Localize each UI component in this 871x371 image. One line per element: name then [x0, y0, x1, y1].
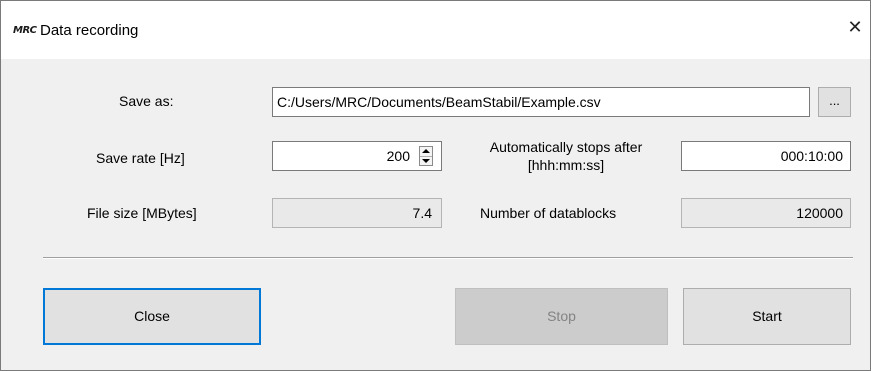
close-button[interactable]: Close [43, 288, 261, 345]
separator-line [43, 257, 853, 259]
spin-buttons [419, 146, 433, 166]
auto-stop-label-line1: Automatically stops after [489, 139, 643, 155]
browse-button[interactable]: ... [818, 87, 851, 117]
save-rate-value: 200 [386, 148, 410, 164]
mrc-logo-icon: MRC [13, 25, 37, 36]
file-size-label: File size [MBytes] [87, 205, 197, 221]
close-icon[interactable]: ✕ [845, 16, 865, 40]
datablocks-field: 120000 [681, 198, 851, 228]
arrow-down-icon [422, 159, 430, 163]
auto-stop-label: Automatically stops after [hhh:mm:ss] [464, 138, 668, 174]
datablocks-value: 120000 [796, 205, 843, 221]
spin-up-button[interactable] [420, 147, 432, 156]
auto-stop-field[interactable]: 000:10:00 [681, 141, 851, 171]
window-title: Data recording [40, 22, 139, 39]
arrow-up-icon [422, 149, 430, 153]
save-rate-label: Save rate [Hz] [96, 150, 185, 166]
file-size-field: 7.4 [272, 198, 442, 228]
start-button[interactable]: Start [683, 288, 851, 345]
data-recording-dialog: MRC Data recording ✕ Save as: C:/Users/M… [0, 0, 871, 371]
save-rate-spinbox[interactable]: 200 [272, 141, 442, 171]
datablocks-label: Number of datablocks [480, 205, 617, 221]
save-path-value: C:/Users/MRC/Documents/BeamStabil/Exampl… [277, 94, 601, 110]
save-as-label: Save as: [119, 93, 174, 109]
auto-stop-label-line2: [hhh:mm:ss] [527, 157, 605, 173]
spin-down-button[interactable] [420, 156, 432, 166]
auto-stop-value: 000:10:00 [780, 148, 843, 164]
stop-button[interactable]: Stop [455, 288, 668, 345]
save-path-field[interactable]: C:/Users/MRC/Documents/BeamStabil/Exampl… [272, 87, 810, 117]
file-size-value: 7.4 [412, 205, 432, 221]
title-bar: MRC Data recording ✕ [1, 1, 870, 59]
